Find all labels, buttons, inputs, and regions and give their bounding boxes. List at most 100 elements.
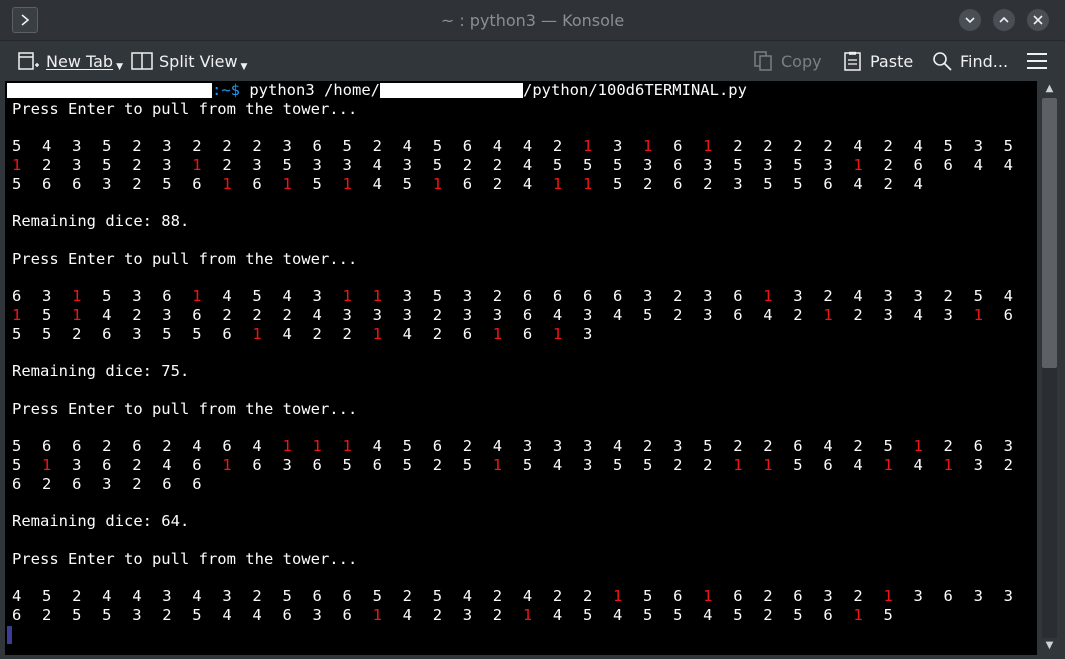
die-value: 6 <box>282 606 292 624</box>
die-value: 2 <box>492 587 503 606</box>
die-value: 1 <box>643 137 653 156</box>
die-value: 1 <box>943 456 953 474</box>
die-value: 3 <box>913 287 923 306</box>
die-value: 6 <box>673 156 683 174</box>
die-value: 5 <box>793 456 803 474</box>
die-value: 2 <box>222 137 232 156</box>
die-value: 1 <box>282 437 292 456</box>
die-value: 1 <box>192 156 202 174</box>
die-value: 2 <box>643 437 653 456</box>
die-value: 2 <box>763 606 773 624</box>
die-value: 2 <box>162 606 172 624</box>
dropdown-caret-icon: ▼ <box>240 62 248 72</box>
die-value: 6 <box>222 324 232 343</box>
die-value: 1 <box>613 587 623 606</box>
die-value: 2 <box>402 587 412 606</box>
minimize-button[interactable] <box>959 9 981 31</box>
die-value: 3 <box>462 287 473 306</box>
die-value: 2 <box>42 606 52 624</box>
die-value: 6 <box>252 174 262 193</box>
die-value: 4 <box>282 287 292 306</box>
die-value: 3 <box>643 156 653 174</box>
die-value: 5 <box>252 287 262 306</box>
die-value: 2 <box>492 606 503 624</box>
die-value: 6 <box>12 474 22 493</box>
die-value: 3 <box>462 306 473 324</box>
die-value: 5 <box>582 606 593 624</box>
die-value: 4 <box>1003 287 1013 306</box>
die-value: 5 <box>883 606 893 624</box>
paste-button[interactable]: Paste <box>842 47 913 75</box>
die-value: 3 <box>823 156 833 174</box>
close-icon <box>1033 15 1043 25</box>
split-view-button[interactable]: Split View ▼ <box>131 47 247 75</box>
die-value: 4 <box>853 456 863 474</box>
die-value: 2 <box>883 156 893 174</box>
die-value: 5 <box>282 587 292 606</box>
die-value: 2 <box>462 156 473 174</box>
die-value: 3 <box>132 287 142 306</box>
copy-button[interactable]: Copy <box>753 47 822 75</box>
die-value: 2 <box>432 306 443 324</box>
new-tab-icon <box>18 52 39 70</box>
die-value: 5 <box>552 156 563 174</box>
die-value: 3 <box>402 287 412 306</box>
die-value: 4 <box>913 137 923 156</box>
die-value: 3 <box>72 456 82 474</box>
die-value: 6 <box>582 287 593 306</box>
die-value: 5 <box>643 587 653 606</box>
die-value: 6 <box>1003 306 1013 324</box>
die-value: 1 <box>853 156 863 174</box>
scroll-down-arrow-icon[interactable]: ▼ <box>1040 638 1059 654</box>
die-value: 5 <box>372 587 382 606</box>
die-value: 6 <box>973 437 983 456</box>
hamburger-menu-button[interactable] <box>1026 47 1054 75</box>
die-value: 4 <box>613 437 623 456</box>
die-value: 2 <box>42 474 52 493</box>
close-button[interactable] <box>1027 9 1049 31</box>
maximize-button[interactable] <box>993 9 1015 31</box>
scrollbar-thumb[interactable] <box>1042 98 1057 368</box>
window-menu-button[interactable] <box>12 7 38 33</box>
die-value: 5 <box>643 456 653 474</box>
die-value: 6 <box>432 437 443 456</box>
die-value: 5 <box>582 156 593 174</box>
die-value: 1 <box>853 606 863 624</box>
die-value: 1 <box>42 456 52 474</box>
terminal-scrollbar[interactable]: ▲ ▼ <box>1040 81 1059 655</box>
die-value: 3 <box>883 306 893 324</box>
die-value: 6 <box>613 287 623 306</box>
die-value: 5 <box>72 606 82 624</box>
die-value: 5 <box>673 606 683 624</box>
die-value: 4 <box>613 306 623 324</box>
die-value: 4 <box>402 137 412 156</box>
die-value: 4 <box>973 156 983 174</box>
die-value: 2 <box>252 137 262 156</box>
die-value: 2 <box>102 437 112 456</box>
find-button[interactable]: Find... <box>932 47 1008 75</box>
die-value: 1 <box>252 324 262 343</box>
die-value: 6 <box>522 306 533 324</box>
die-value: 5 <box>102 287 112 306</box>
die-value: 6 <box>42 174 52 193</box>
new-tab-button[interactable]: New Tab ▼ <box>18 47 123 75</box>
die-value: 4 <box>42 137 52 156</box>
die-value: 5 <box>643 306 653 324</box>
die-value: 6 <box>793 437 803 456</box>
die-value: 4 <box>613 606 623 624</box>
die-value: 3 <box>312 606 322 624</box>
scroll-up-arrow-icon[interactable]: ▲ <box>1040 81 1059 97</box>
terminal-output[interactable]: :~$ python3 /home/ /python/100d6TERMINAL.… <box>5 81 1037 655</box>
die-value: 4 <box>552 606 563 624</box>
die-value: 2 <box>673 456 683 474</box>
die-value: 6 <box>823 606 833 624</box>
die-value: 2 <box>703 456 713 474</box>
die-value: 3 <box>162 587 172 606</box>
paste-label: Paste <box>870 51 914 71</box>
die-value: 2 <box>793 137 803 156</box>
die-value: 6 <box>522 324 533 343</box>
die-value: 2 <box>582 587 593 606</box>
die-value: 1 <box>372 606 382 624</box>
die-value: 1 <box>372 324 382 343</box>
die-value: 6 <box>793 587 803 606</box>
